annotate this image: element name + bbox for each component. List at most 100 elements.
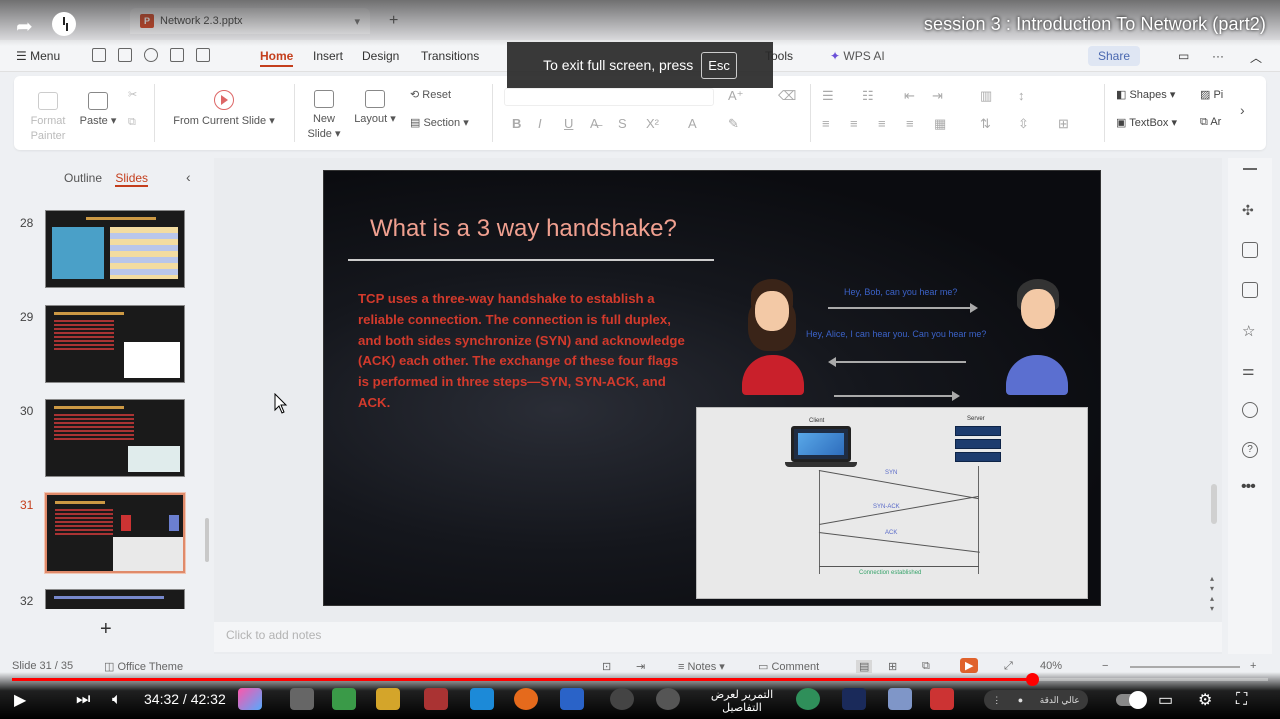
font-color-icon[interactable]: A (688, 116, 697, 131)
subtitles-icon[interactable]: ▭ (1158, 688, 1173, 712)
shirt-icon[interactable] (1242, 242, 1258, 258)
shapes-button[interactable]: ◧ Shapes ▾ (1116, 88, 1175, 101)
text-direction-icon[interactable]: ⇅ (980, 116, 991, 132)
slide-thumbnail-32[interactable] (45, 589, 185, 609)
bold-icon[interactable]: B (512, 116, 521, 131)
textbox-button[interactable]: ▣ TextBox ▾ (1116, 116, 1177, 129)
chevron-down-icon[interactable]: ⌄ (690, 714, 794, 719)
grow-font-icon[interactable]: A⁺ (728, 88, 744, 104)
zoom-in-icon[interactable]: + (1250, 660, 1256, 672)
reset-button[interactable]: ⟲ Reset (410, 88, 451, 101)
line-spacing-icon[interactable]: ↕ (1018, 88, 1025, 103)
superscript-icon[interactable]: X² (646, 116, 659, 131)
comment-icon[interactable]: ▭ (1178, 49, 1189, 63)
outline-tab[interactable]: Outline (64, 171, 102, 185)
slide-title[interactable]: What is a 3 way handshake? (370, 215, 677, 243)
exit-fullscreen-icon[interactable]: ⛶ (1236, 688, 1247, 712)
align-center-icon[interactable]: ≡ (850, 116, 858, 131)
from-current-slide-button[interactable]: From Current Slide ▾ (168, 90, 280, 127)
scroll-arrows-icon[interactable]: ▴ ▾ ▴ ▾ (1210, 574, 1214, 614)
tools-icon[interactable]: ✣ (1242, 202, 1258, 218)
zoom-out-icon[interactable]: − (1102, 660, 1108, 672)
copy-icon[interactable]: ⧉ (128, 116, 136, 129)
quality-pill[interactable]: ⋮ ● عالي الدقة (984, 690, 1088, 710)
share-arrow-icon[interactable]: ➦ (16, 14, 33, 39)
add-slide-icon[interactable]: + (100, 618, 112, 641)
copy-slide-icon[interactable] (1242, 282, 1258, 298)
slide-thumbnail-31[interactable] (44, 492, 186, 574)
save-icon[interactable] (118, 48, 132, 62)
align-right-icon[interactable]: ≡ (878, 116, 886, 131)
smartart-icon[interactable]: ⊞ (1058, 116, 1069, 132)
align-left-icon[interactable]: ≡ (822, 116, 830, 131)
volume-icon[interactable]: 🔈︎ (112, 688, 122, 712)
collapse-ribbon-icon[interactable]: ︿ (1250, 49, 1262, 66)
zoom-slider[interactable] (1130, 666, 1240, 668)
progress-scrubber[interactable] (1026, 673, 1039, 686)
sliders-icon[interactable]: ⚌ (1242, 362, 1258, 378)
help-icon[interactable]: ? (1242, 442, 1258, 458)
slide-thumbnail-30[interactable] (45, 399, 185, 477)
collapse-pane-icon[interactable]: ‹ (186, 169, 191, 185)
more-icon[interactable]: ··· (1212, 49, 1224, 63)
picture-button[interactable]: ▨ Pi (1200, 88, 1223, 101)
subtitle-ticker[interactable]: التمرير لعرض التفاصيل ⌄ (690, 688, 794, 719)
pane-scrollbar[interactable] (205, 518, 209, 562)
tab-home[interactable]: Home (260, 49, 294, 67)
watch-later-icon[interactable] (52, 12, 76, 36)
menu-button[interactable]: ☰ Menu (16, 49, 60, 63)
slides-tab[interactable]: Slides (115, 171, 149, 187)
history-icon[interactable] (1242, 402, 1258, 418)
columns-icon[interactable]: ▥ (980, 88, 992, 104)
doc-tab[interactable]: P Network 2.3.pptx ▾ (130, 8, 370, 34)
next-button[interactable]: ⏭ (76, 688, 90, 712)
distribute-icon[interactable]: ▦ (934, 116, 946, 132)
ribbon-scroll-right-icon[interactable]: › (1240, 102, 1245, 118)
tab-design[interactable]: Design (362, 49, 399, 63)
format-painter-button[interactable]: Format Painter (26, 92, 70, 144)
align-text-icon[interactable]: ⇳ (1018, 116, 1029, 132)
zoom-value[interactable]: 40% (1040, 660, 1062, 672)
highlight-icon[interactable]: ✎ (728, 116, 739, 132)
slide-body[interactable]: TCP uses a three-way handshake to establ… (358, 289, 688, 414)
video-title[interactable]: session 3 : Introduction To Network (par… (924, 14, 1266, 35)
slide-31[interactable]: What is a 3 way handshake? TCP uses a th… (323, 170, 1101, 606)
italic-icon[interactable]: I (538, 116, 542, 131)
minimize-panel-icon[interactable] (1243, 168, 1257, 170)
layout-button[interactable]: Layout ▾ (350, 90, 400, 125)
arrange-button[interactable]: ⧉ Ar (1200, 116, 1221, 129)
autoplay-toggle[interactable] (1116, 691, 1147, 709)
close-tab-icon[interactable]: ▾ (354, 15, 360, 28)
canvas-scrollbar[interactable] (1211, 484, 1217, 524)
cut-icon[interactable]: ✂ (128, 88, 137, 101)
strikethrough-icon[interactable]: A̶ (590, 116, 599, 131)
notes-area[interactable]: Click to add notes (214, 622, 1222, 652)
underline-icon[interactable]: U (564, 116, 573, 131)
tab-insert[interactable]: Insert (313, 49, 343, 63)
shadow-icon[interactable]: S (618, 116, 627, 131)
print-icon[interactable] (170, 48, 184, 62)
new-slide-button[interactable]: New Slide ▾ (306, 90, 342, 142)
section-button[interactable]: ▤ Section ▾ (410, 116, 469, 129)
font-family-select[interactable] (504, 88, 714, 106)
more-options-icon[interactable]: ••• (1241, 478, 1256, 496)
wps-ai-button[interactable]: ✦ WPS AI (830, 49, 885, 63)
preview-icon[interactable] (196, 48, 210, 62)
numbering-icon[interactable]: ☷ (862, 88, 874, 104)
share-button[interactable]: Share (1088, 46, 1141, 66)
settings-gear-icon[interactable]: ⚙ (1198, 688, 1212, 712)
indent-decrease-icon[interactable]: ⇤ (904, 88, 915, 104)
clear-format-icon[interactable]: ⌫ (778, 88, 796, 104)
open-icon[interactable] (92, 48, 106, 62)
slide-thumbnail-28[interactable] (45, 210, 185, 288)
play-slideshow-icon[interactable]: ▶ (960, 658, 979, 673)
slide-thumbnail-29[interactable] (45, 305, 185, 383)
play-button[interactable]: ▶ (14, 688, 26, 712)
star-icon[interactable]: ☆ (1242, 322, 1258, 340)
bullets-icon[interactable]: ☰ (822, 88, 834, 104)
paste-button[interactable]: Paste ▾ (78, 92, 118, 127)
justify-icon[interactable]: ≡ (906, 116, 914, 131)
new-tab-icon[interactable]: + (389, 12, 398, 30)
tab-transitions[interactable]: Transitions (421, 49, 479, 63)
indent-increase-icon[interactable]: ⇥ (932, 88, 943, 104)
